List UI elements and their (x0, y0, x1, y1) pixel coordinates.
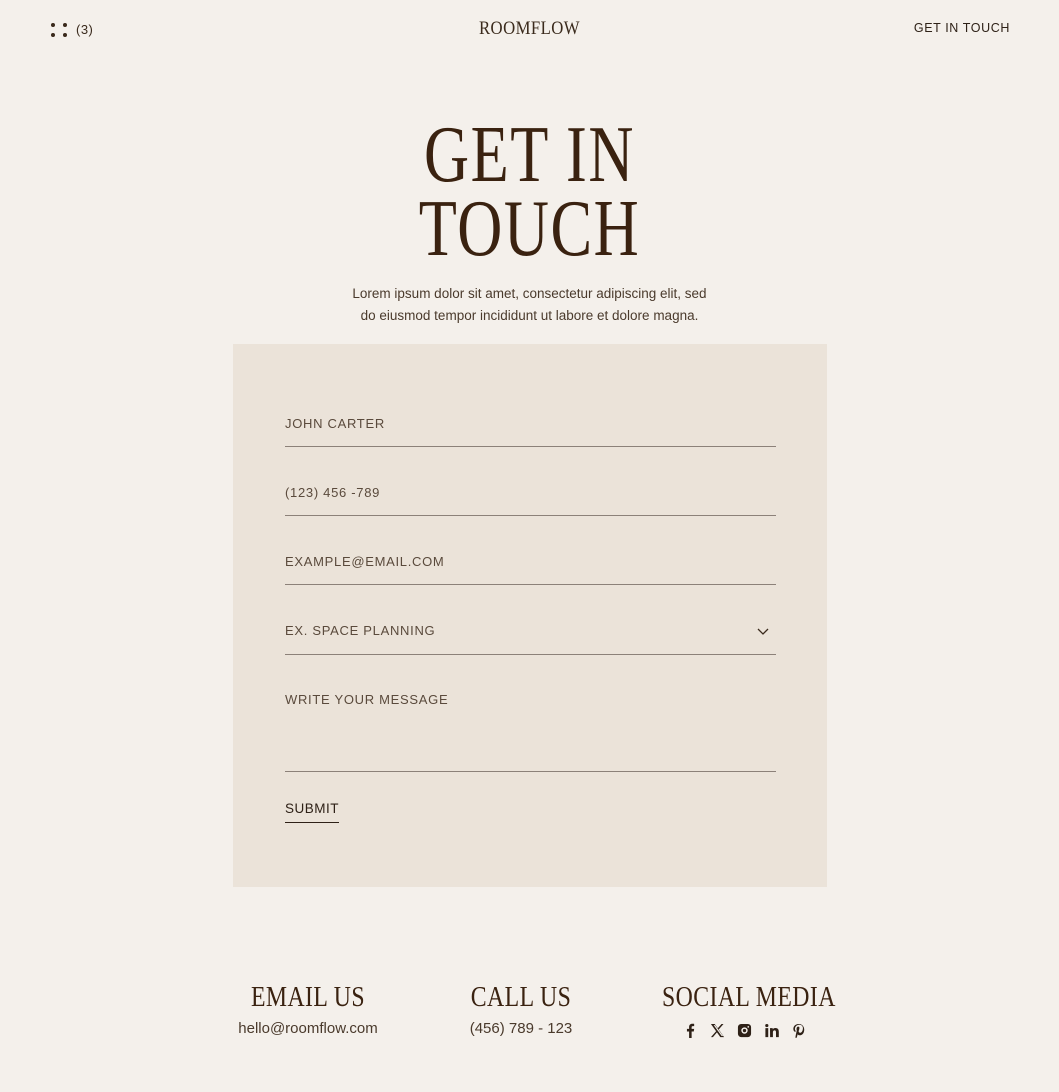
call-us-heading: CALL US (470, 981, 572, 1013)
social-media-block: SOCIAL MEDIA (644, 980, 844, 1038)
instagram-icon[interactable] (736, 1022, 752, 1038)
page-title: GET IN TOUCH (116, 111, 942, 273)
chevron-down-icon (757, 628, 769, 635)
email-us-heading: EMAIL US (250, 981, 366, 1013)
page-subtitle-line-2: do eiusmod tempor incididunt ut labore e… (360, 308, 699, 323)
submit-button[interactable]: SUBMIT (285, 801, 340, 823)
linkedin-icon[interactable] (763, 1022, 779, 1038)
phone-field[interactable]: (123) 456 -789 (285, 485, 776, 516)
email-field-placeholder: EXAMPLE@EMAIL.COM (285, 554, 445, 569)
service-select[interactable]: EX. SPACE PLANNING (285, 623, 776, 655)
x-icon[interactable] (709, 1022, 725, 1038)
page-title-line-1: GET IN (424, 111, 635, 199)
email-us-block: EMAIL US hello@roomflow.com (218, 980, 398, 1037)
message-field-placeholder: WRITE YOUR MESSAGE (285, 692, 449, 707)
page-subtitle-line-1: Lorem ipsum dolor sit amet, consectetur … (352, 286, 707, 301)
page-title-line-2: TOUCH (418, 185, 641, 273)
get-in-touch-link[interactable]: GET IN TOUCH (914, 21, 1010, 35)
social-icons (644, 1022, 844, 1038)
email-field[interactable]: EXAMPLE@EMAIL.COM (285, 554, 776, 585)
call-us-block: CALL US (456) 789 - 123 (441, 980, 601, 1037)
phone-field-placeholder: (123) 456 -789 (285, 485, 381, 500)
name-field-placeholder: JOHN CARTER (285, 416, 385, 431)
phone-link[interactable]: (456) 789 - 123 (441, 1020, 601, 1037)
contact-form: JOHN CARTER (123) 456 -789 EXAMPLE@EMAIL… (233, 344, 827, 887)
logo[interactable]: ROOMFLOW (64, 18, 996, 40)
message-field[interactable]: WRITE YOUR MESSAGE (285, 692, 776, 772)
page-subtitle: Lorem ipsum dolor sit amet, consectetur … (0, 283, 1059, 327)
name-field[interactable]: JOHN CARTER (285, 416, 776, 447)
email-link[interactable]: hello@roomflow.com (218, 1020, 398, 1037)
social-media-heading: SOCIAL MEDIA (662, 981, 836, 1013)
facebook-icon[interactable] (682, 1022, 698, 1038)
pinterest-icon[interactable] (790, 1022, 806, 1038)
service-select-value: EX. SPACE PLANNING (285, 623, 436, 638)
